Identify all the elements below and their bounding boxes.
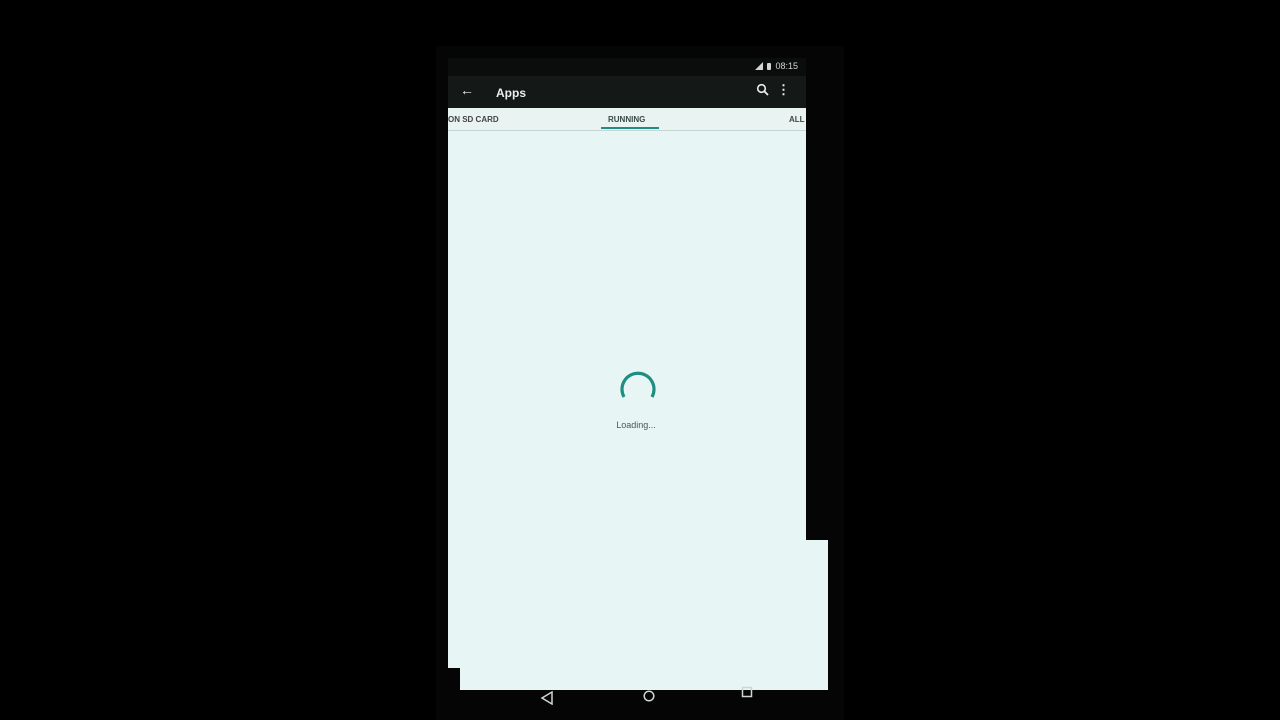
more-options-icon[interactable]: ⋮	[777, 82, 790, 98]
tab-running[interactable]: RUNNING	[608, 115, 645, 124]
search-icon[interactable]	[756, 83, 770, 102]
tab-all[interactable]: ALL	[789, 115, 805, 124]
back-arrow-icon[interactable]: ←	[460, 82, 474, 98]
loading-text: Loading...	[616, 420, 656, 430]
nav-home-icon[interactable]	[642, 689, 656, 703]
tab-on-sd-card[interactable]: ON SD CARD	[448, 115, 499, 124]
signal-icon	[755, 62, 764, 70]
navigation-bar	[500, 686, 800, 714]
status-time: 08:15	[775, 61, 798, 71]
app-bar: ← Apps ⋮	[448, 76, 806, 108]
tab-indicator	[601, 127, 659, 129]
loading-spinner-icon	[620, 371, 656, 398]
content-area-lower	[460, 540, 828, 690]
nav-recent-apps-icon[interactable]	[741, 686, 753, 698]
page-title: Apps	[496, 86, 526, 100]
tab-bar: ON SD CARD RUNNING ALL	[448, 108, 806, 131]
nav-back-icon[interactable]	[540, 691, 554, 705]
battery-icon	[767, 62, 772, 70]
status-bar: 08:15	[448, 58, 806, 76]
